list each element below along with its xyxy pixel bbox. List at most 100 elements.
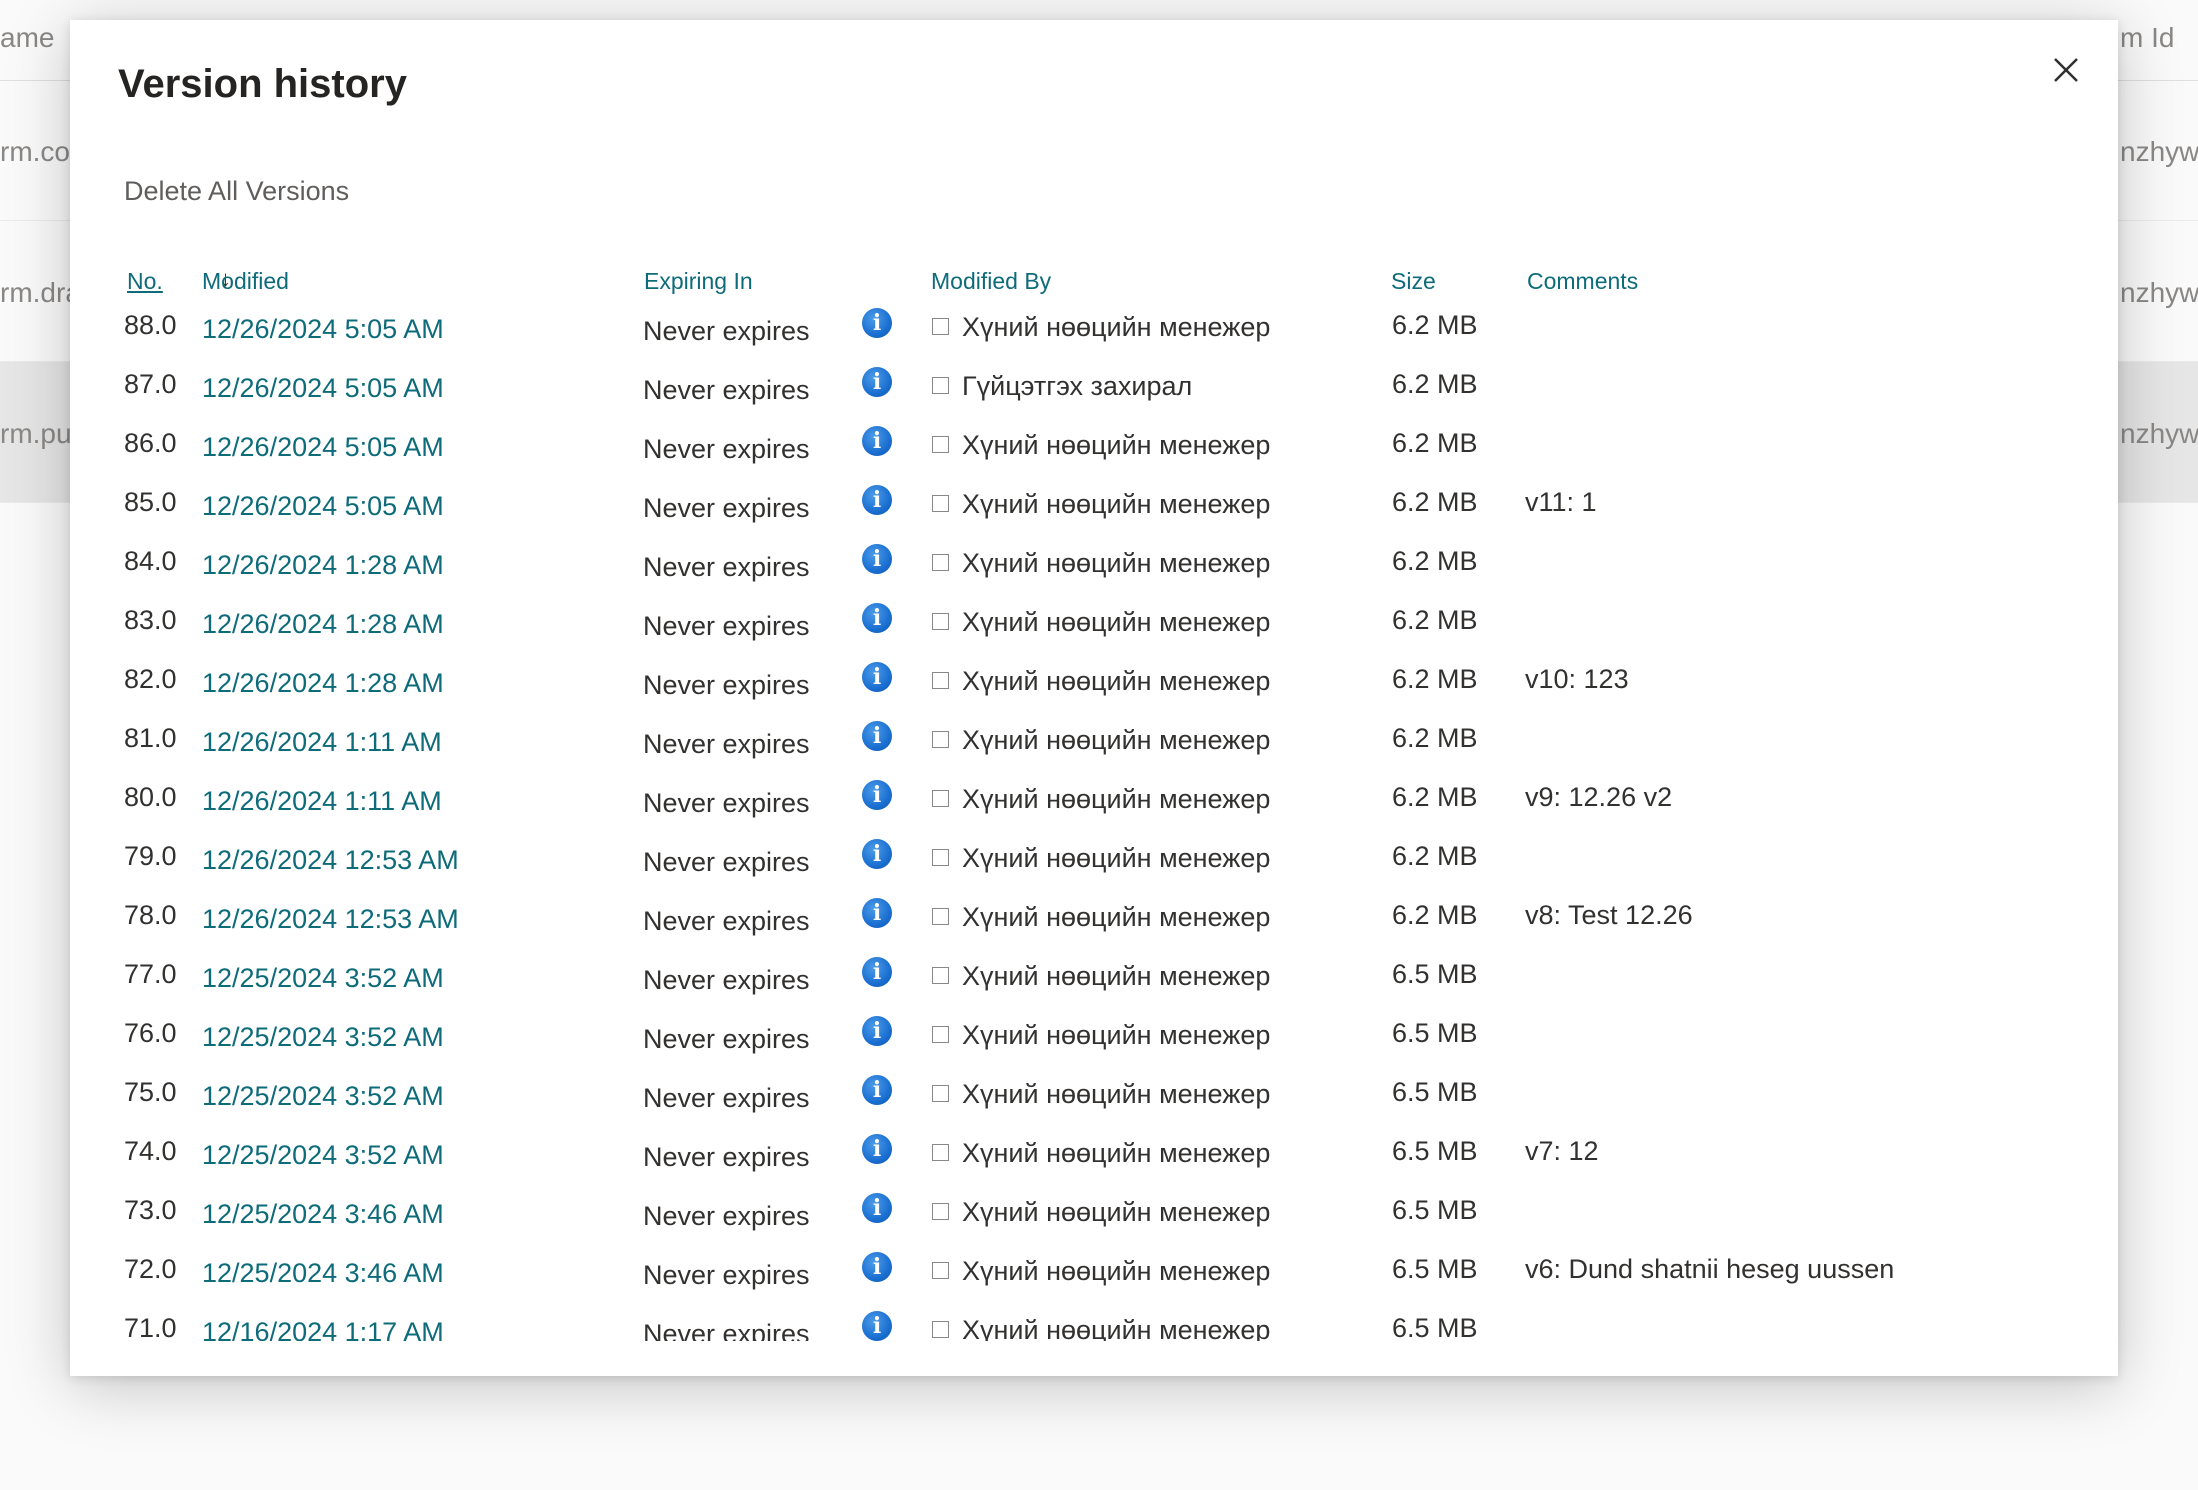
info-icon[interactable]: i [862, 1075, 892, 1105]
row-checkbox[interactable] [932, 436, 949, 453]
row-checkbox[interactable] [932, 1026, 949, 1043]
info-icon[interactable]: i [862, 308, 892, 338]
expiring-in: Never expires [643, 611, 810, 641]
version-size: 6.5 MB [1392, 1018, 1478, 1048]
header-modified-by[interactable]: Modified By [931, 268, 1051, 295]
info-icon[interactable]: i [862, 1252, 892, 1282]
version-size: 6.2 MB [1392, 487, 1478, 517]
info-icon[interactable]: i [862, 721, 892, 751]
row-checkbox[interactable] [932, 554, 949, 571]
row-checkbox[interactable] [932, 613, 949, 630]
row-checkbox[interactable] [932, 908, 949, 925]
modified-by: Хүний нөөцийн менежер [962, 725, 1271, 755]
info-icon[interactable]: i [862, 780, 892, 810]
info-icon[interactable]: i [862, 603, 892, 633]
row-checkbox[interactable] [932, 1321, 949, 1338]
table-row: 77.0 12/25/2024 3:52 AM Never expires i Хүни… [124, 949, 2084, 1008]
version-modified-link[interactable]: 12/25/2024 3:52 AM [202, 1081, 444, 1112]
version-modified-link[interactable]: 12/26/2024 1:11 AM [202, 727, 442, 758]
modified-by: Хүний нөөцийн менежер [962, 1138, 1271, 1168]
version-number: 73.0 [124, 1195, 177, 1225]
version-size: 6.2 MB [1392, 369, 1478, 399]
version-size: 6.2 MB [1392, 900, 1478, 930]
row-checkbox[interactable] [932, 495, 949, 512]
expiring-in: Never expires [643, 1260, 810, 1290]
version-size: 6.5 MB [1392, 1254, 1478, 1284]
modified-by: Хүний нөөцийн менежер [962, 607, 1271, 637]
background-column-name: ame [0, 22, 55, 53]
table-row: 88.0 12/26/2024 5:05 AM Never expires i Хүни… [124, 300, 2084, 359]
expiring-in: Never expires [643, 965, 810, 995]
version-modified-link[interactable]: 12/26/2024 12:53 AM [202, 904, 459, 935]
header-modified[interactable]: Modified [202, 268, 289, 295]
info-icon[interactable]: i [862, 367, 892, 397]
version-number: 74.0 [124, 1136, 177, 1166]
row-checkbox[interactable] [932, 731, 949, 748]
version-modified-link[interactable]: 12/26/2024 1:11 AM [202, 786, 442, 817]
expiring-in: Never expires [643, 729, 810, 759]
header-comments[interactable]: Comments [1527, 268, 1638, 295]
row-checkbox[interactable] [932, 1203, 949, 1220]
version-modified-link[interactable]: 12/26/2024 5:05 AM [202, 314, 444, 345]
row-checkbox[interactable] [932, 377, 949, 394]
version-modified-link[interactable]: 12/26/2024 5:05 AM [202, 491, 444, 522]
table-row: 78.0 12/26/2024 12:53 AM Never expires i Хүн… [124, 890, 2084, 949]
version-modified-link[interactable]: 12/26/2024 5:05 AM [202, 432, 444, 463]
expiring-in: Never expires [643, 906, 810, 936]
info-icon[interactable]: i [862, 1134, 892, 1164]
background-row-left: rm.pu [0, 418, 72, 449]
info-icon[interactable]: i [862, 1016, 892, 1046]
info-icon[interactable]: i [862, 898, 892, 928]
version-comment: v6: Dund shatnii heseg uussen [1525, 1254, 1895, 1284]
version-number: 85.0 [124, 487, 177, 517]
row-checkbox[interactable] [932, 1144, 949, 1161]
version-number: 76.0 [124, 1018, 177, 1048]
version-number: 72.0 [124, 1254, 177, 1284]
table-header: No. ↓ Modified Expiring In Modified By S… [124, 248, 2084, 300]
row-checkbox[interactable] [932, 967, 949, 984]
row-checkbox[interactable] [932, 318, 949, 335]
table-row: 79.0 12/26/2024 12:53 AM Never expires i Хүн… [124, 831, 2084, 890]
info-icon[interactable]: i [862, 485, 892, 515]
row-checkbox[interactable] [932, 849, 949, 866]
header-expiring-in[interactable]: Expiring In [644, 268, 753, 295]
version-size: 6.2 MB [1392, 605, 1478, 635]
delete-all-versions-button[interactable]: Delete All Versions [124, 176, 349, 207]
version-modified-link[interactable]: 12/25/2024 3:46 AM [202, 1258, 444, 1289]
version-modified-link[interactable]: 12/26/2024 1:28 AM [202, 668, 444, 699]
info-icon[interactable]: i [862, 957, 892, 987]
version-modified-link[interactable]: 12/26/2024 1:28 AM [202, 609, 444, 640]
version-modified-link[interactable]: 12/26/2024 1:28 AM [202, 550, 444, 581]
header-size[interactable]: Size [1391, 268, 1436, 295]
modified-by: Хүний нөөцийн менежер [962, 548, 1271, 578]
modified-by: Хүний нөөцийн менежер [962, 1079, 1271, 1109]
info-icon[interactable]: i [862, 662, 892, 692]
modified-by: Хүний нөөцийн менежер [962, 961, 1271, 991]
version-modified-link[interactable]: 12/16/2024 1:17 AM [202, 1317, 444, 1341]
header-no[interactable]: No. [127, 268, 163, 295]
version-size: 6.2 MB [1392, 428, 1478, 458]
row-checkbox[interactable] [932, 672, 949, 689]
version-modified-link[interactable]: 12/25/2024 3:46 AM [202, 1199, 444, 1230]
version-modified-link[interactable]: 12/26/2024 5:05 AM [202, 373, 444, 404]
info-icon[interactable]: i [862, 1193, 892, 1223]
version-modified-link[interactable]: 12/25/2024 3:52 AM [202, 1140, 444, 1171]
info-icon[interactable]: i [862, 544, 892, 574]
version-number: 77.0 [124, 959, 177, 989]
row-checkbox[interactable] [932, 790, 949, 807]
version-modified-link[interactable]: 12/25/2024 3:52 AM [202, 1022, 444, 1053]
row-checkbox[interactable] [932, 1262, 949, 1279]
version-size: 6.2 MB [1392, 723, 1478, 753]
info-icon[interactable]: i [862, 839, 892, 869]
version-modified-link[interactable]: 12/26/2024 12:53 AM [202, 845, 459, 876]
modified-by: Хүний нөөцийн менежер [962, 430, 1271, 460]
row-checkbox[interactable] [932, 1085, 949, 1102]
version-modified-link[interactable]: 12/25/2024 3:52 AM [202, 963, 444, 994]
info-icon[interactable]: i [862, 1311, 892, 1341]
expiring-in: Never expires [643, 493, 810, 523]
close-button[interactable] [2038, 42, 2094, 98]
info-icon[interactable]: i [862, 426, 892, 456]
version-number: 88.0 [124, 310, 177, 340]
modified-by: Хүний нөөцийн менежер [962, 1020, 1271, 1050]
version-number: 80.0 [124, 782, 177, 812]
